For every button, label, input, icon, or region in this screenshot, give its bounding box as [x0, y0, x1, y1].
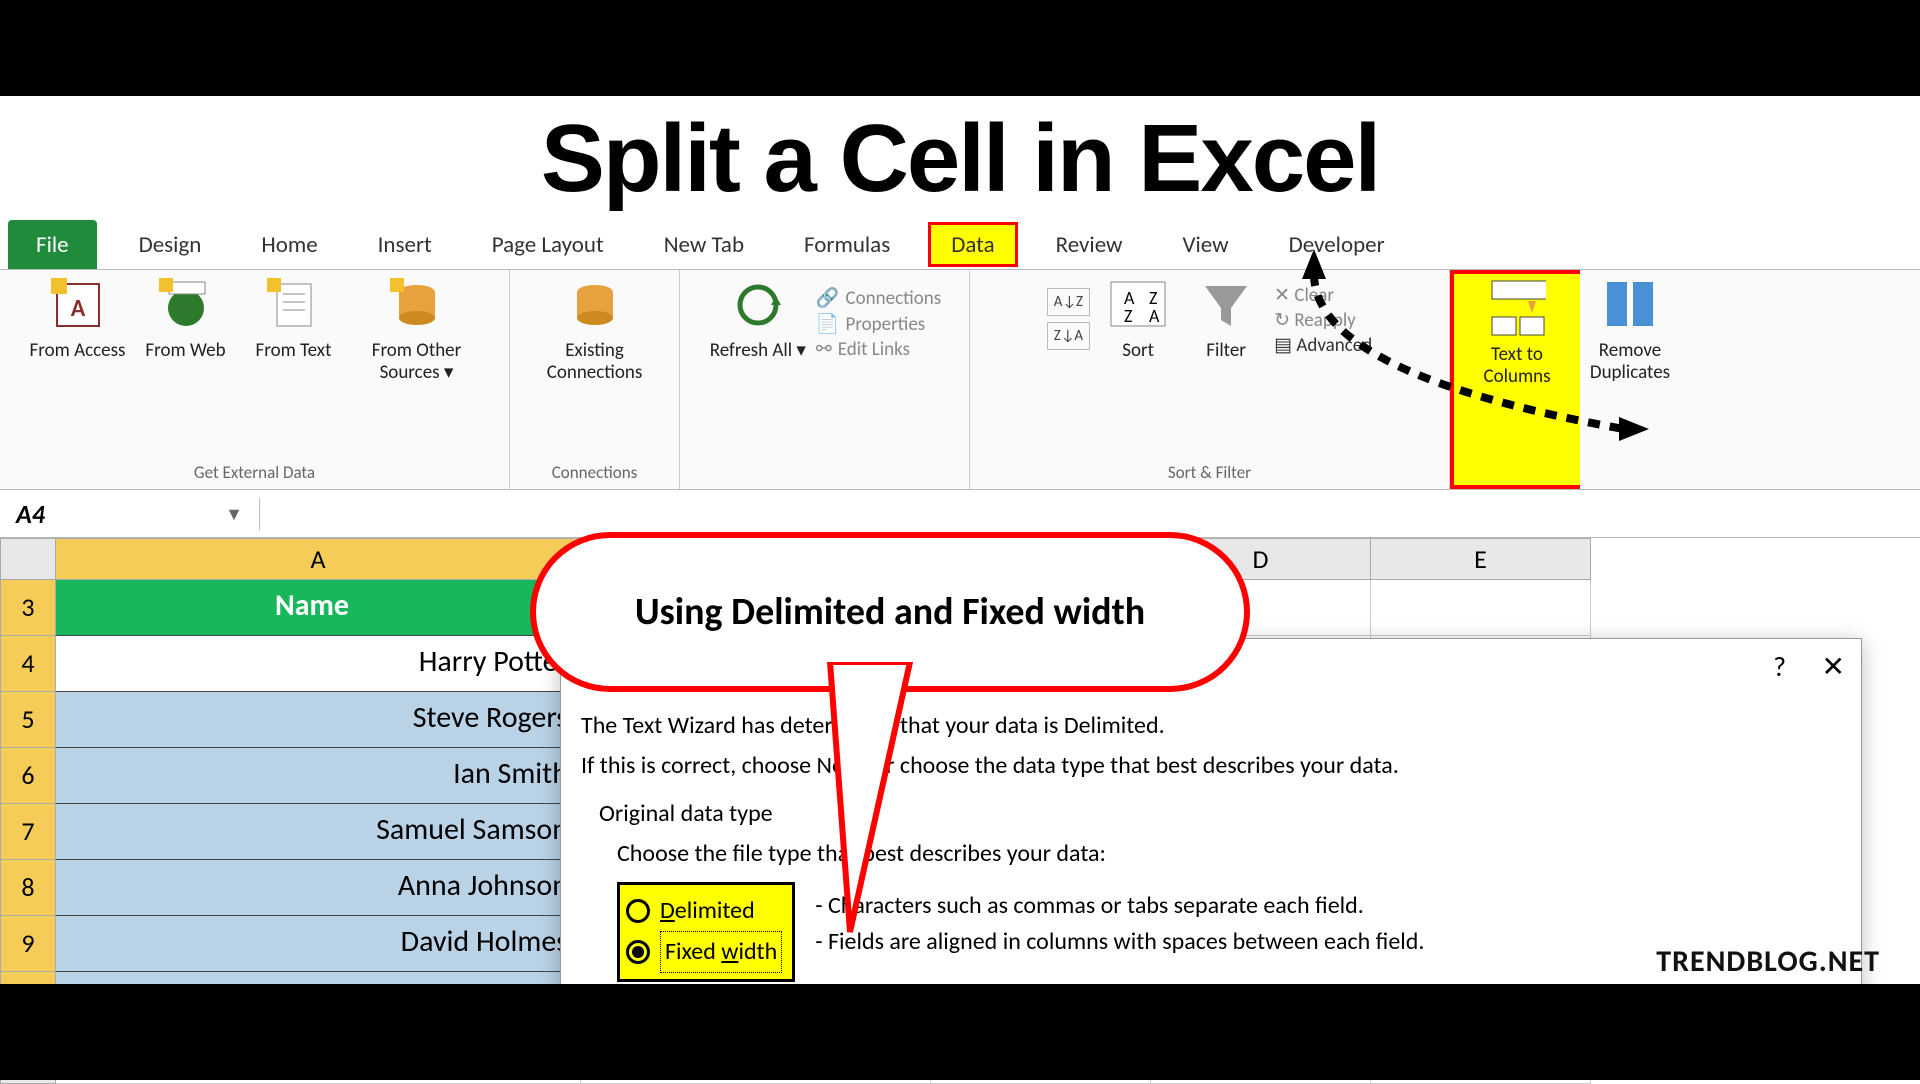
cell-a7[interactable]: Samuel Samson	[56, 804, 581, 860]
tab-home[interactable]: Home	[231, 220, 347, 269]
sort-az-icon[interactable]: A↓Z	[1047, 288, 1090, 316]
row-header-6[interactable]: 6	[0, 748, 56, 804]
access-icon: A	[49, 276, 107, 334]
tab-insert[interactable]: Insert	[348, 220, 462, 269]
svg-text:A: A	[1149, 305, 1160, 327]
dialog-close-button[interactable]: ✕	[1822, 649, 1845, 684]
watermark: TRENDBLOG.NET	[1656, 943, 1880, 980]
text-file-icon	[265, 276, 323, 334]
cell-a4[interactable]: Harry Potter	[56, 636, 581, 692]
cell-a6[interactable]: Ian Smith	[56, 748, 581, 804]
row-header-3[interactable]: 3	[0, 580, 56, 636]
chain-icon: ⚯	[816, 338, 832, 361]
connections-list: 🔗Connections 📄Properties ⚯Edit Links	[816, 276, 941, 361]
row-header-4[interactable]: 4	[0, 636, 56, 692]
formula-bar-row: A4 ▼	[0, 490, 1920, 538]
dialog-help-button[interactable]: ?	[1773, 649, 1786, 684]
funnel-icon	[1197, 276, 1255, 334]
edit-links[interactable]: ⚯Edit Links	[816, 338, 941, 361]
cell-e3[interactable]	[1371, 580, 1591, 636]
radio-icon	[626, 899, 650, 923]
existing-connections-button[interactable]: Existing Connections	[520, 276, 670, 384]
letterbox-top	[0, 0, 1920, 96]
from-web-button[interactable]: From Web	[136, 276, 236, 362]
radio-icon-selected	[626, 940, 650, 964]
cell-a5[interactable]: Steve Rogers	[56, 692, 581, 748]
svg-text:A: A	[70, 294, 85, 323]
radio-fixed-width[interactable]: Fixed widthFixed width	[626, 931, 782, 973]
group-label-sortfilter: Sort & Filter	[1168, 458, 1251, 487]
row-header-7[interactable]: 7	[0, 804, 56, 860]
connections-icon	[566, 276, 624, 334]
tab-page-layout[interactable]: Page Layout	[462, 220, 634, 269]
filter-button[interactable]: Filter	[1186, 276, 1266, 362]
cell-a8[interactable]: Anna Johnson	[56, 860, 581, 916]
tab-file[interactable]: File	[8, 220, 97, 269]
callout-annotation: Using Delimited and Fixed width	[530, 532, 1250, 692]
tab-review[interactable]: Review	[1026, 220, 1153, 269]
database-icon	[388, 276, 446, 334]
cell-a9[interactable]: David Holmes	[56, 916, 581, 972]
refresh-icon	[729, 276, 787, 334]
svg-text:Z: Z	[1124, 305, 1132, 327]
properties-link[interactable]: 📄Properties	[816, 312, 941, 336]
option-box: DDelimitedelimited Fixed widthFixed widt…	[617, 882, 795, 982]
dropdown-icon[interactable]: ▼	[225, 503, 243, 525]
tab-new-tab[interactable]: New Tab	[634, 220, 774, 269]
col-header-e[interactable]: E	[1371, 538, 1591, 580]
globe-icon	[157, 276, 215, 334]
connections-link[interactable]: 🔗Connections	[816, 286, 941, 310]
from-other-sources-button[interactable]: From Other Sources ▾	[352, 276, 482, 384]
tab-design[interactable]: Design	[109, 220, 232, 269]
row-header-8[interactable]: 8	[0, 860, 56, 916]
group-label-conn: Connections	[552, 458, 638, 487]
annotation-arrow	[1284, 234, 1664, 484]
group-label-ged: Get External Data	[194, 458, 315, 487]
sort-za-icon[interactable]: Z↓A	[1047, 322, 1090, 350]
link-icon: 🔗	[816, 286, 840, 310]
row-header-9[interactable]: 9	[0, 916, 56, 972]
cell-a3[interactable]: Name	[56, 580, 581, 636]
name-box[interactable]: A4 ▼	[0, 498, 260, 530]
sort-button[interactable]: AZZASort	[1098, 276, 1178, 362]
from-access-button[interactable]: AFrom Access	[28, 276, 128, 362]
sort-icon: AZZA	[1109, 276, 1167, 334]
page-title: Split a Cell in Excel	[0, 96, 1920, 220]
ribbon: AFrom Access From Web From Text From Oth…	[0, 270, 1920, 490]
col-header-a[interactable]: A	[56, 538, 581, 580]
refresh-all-button[interactable]: Refresh All ▾	[708, 276, 808, 362]
radio-delimited[interactable]: DDelimitedelimited	[626, 891, 782, 931]
letterbox-bottom	[0, 984, 1920, 1080]
from-text-button[interactable]: From Text	[244, 276, 344, 362]
props-icon: 📄	[816, 312, 840, 336]
tab-view[interactable]: View	[1152, 220, 1258, 269]
tab-data[interactable]: Data	[928, 222, 1017, 267]
row-header-5[interactable]: 5	[0, 692, 56, 748]
tab-formulas[interactable]: Formulas	[774, 220, 920, 269]
select-all-corner[interactable]	[0, 538, 56, 580]
